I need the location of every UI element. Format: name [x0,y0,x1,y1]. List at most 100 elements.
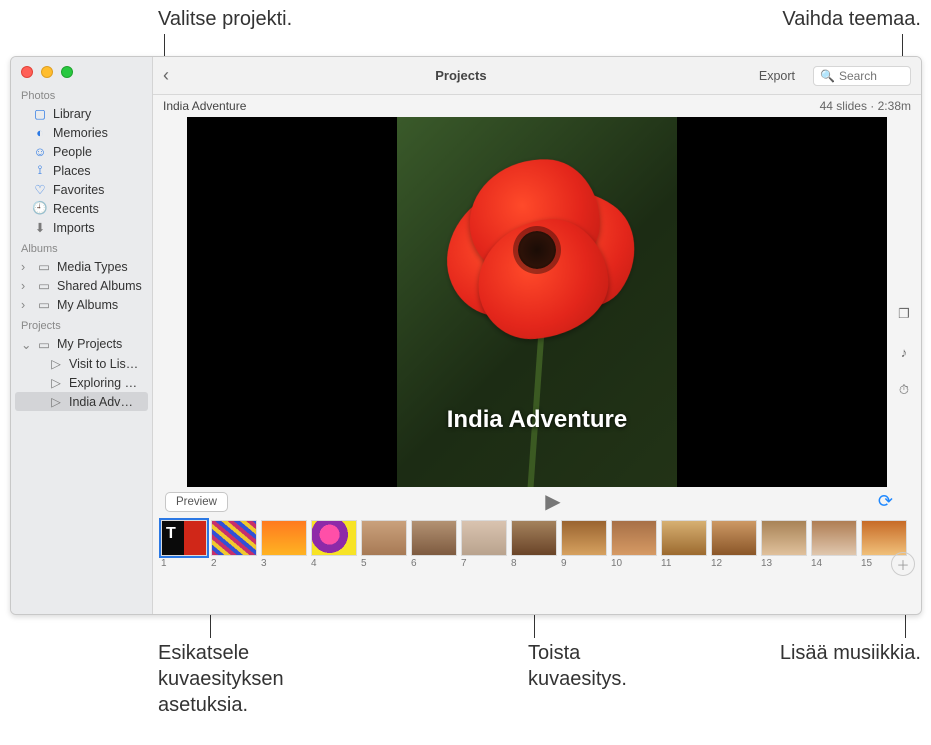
search-input[interactable] [839,69,909,83]
thumbnail[interactable]: 11 [661,520,707,569]
callout-play-slideshow: Toista kuvaesitys. [528,640,627,692]
thumb-image [861,520,907,556]
music-button[interactable]: ♪ [893,341,915,363]
preview-button[interactable]: Preview [165,492,228,512]
thumb-caption: 12 [711,558,757,569]
project-name: India Adventure [163,99,246,113]
thumb-caption: 11 [661,558,707,569]
sidebar-section-albums: Albums [11,237,152,257]
slideshow-icon: ▷ [49,395,63,409]
thumb-image [411,520,457,556]
search-icon: 🔍 [820,69,835,83]
places-icon: ⟟ [33,164,47,178]
thumbnail[interactable]: 14 [811,520,857,569]
playback-controls: Preview ▶ ⟳ [153,487,921,514]
back-button[interactable]: ‹ [163,65,169,86]
window-controls[interactable] [11,57,152,84]
sidebar-label: Media Types [57,260,142,274]
search-box[interactable]: 🔍 [813,66,911,86]
thumbnail[interactable]: 6 [411,520,457,569]
album-icon: ▭ [37,298,51,312]
thumb-image [761,520,807,556]
sidebar-item-shared-albums[interactable]: ▭ Shared Albums [11,276,152,295]
thumbnail[interactable]: 13 [761,520,807,569]
sidebar-item-project-lisbon[interactable]: ▷Visit to Lisbon [11,354,152,373]
thumbnail[interactable]: 12 [711,520,757,569]
album-icon: ▭ [37,260,51,274]
sidebar-section-photos: Photos [11,84,152,104]
thumb-caption: 13 [761,558,807,569]
callout-change-theme: Vaihda teemaa. [782,6,921,32]
sidebar-item-my-projects[interactable]: ▭My Projects [11,334,152,354]
thumb-caption: 6 [411,558,457,569]
slide-title-overlay: India Adventure [187,406,887,434]
sidebar-item-places[interactable]: ⟟Places [11,161,152,180]
slideshow-preview[interactable]: India Adventure [187,117,887,487]
thumbnail[interactable]: 2 [211,520,257,569]
memories-icon: ◐ [33,126,47,140]
stage-wrap: India Adventure Preview ▶ ⟳ 1 2 3 4 5 6 … [153,117,921,614]
add-photos-button[interactable]: ＋ [891,552,915,576]
callout-preview-settings: Esikatsele kuvaesityksen asetuksia. [158,640,284,718]
thumbnail[interactable]: 5 [361,520,407,569]
sidebar-item-recents[interactable]: 🕘 Recents [11,199,152,218]
export-button[interactable]: Export [753,69,801,83]
sidebar-item-media-types[interactable]: ▭ Media Types [11,257,152,276]
sidebar-section-projects: Projects [11,314,152,334]
sidebar-item-project-exploring[interactable]: ▷ Exploring Mor… [11,373,152,392]
favorites-icon: ♡ [33,183,47,197]
thumb-caption: 1 [161,558,207,569]
thumb-caption: 4 [311,558,357,569]
main-area: ‹ Projects Export 🔍 India Adventure 44 s… [153,57,921,614]
sidebar-item-imports[interactable]: ⬇Imports [11,218,152,237]
thumb-caption: 10 [611,558,657,569]
thumb-caption: 8 [511,558,557,569]
thumbnail-strip[interactable]: 1 2 3 4 5 6 7 8 9 10 11 12 13 14 15 [153,514,921,579]
thumbnail[interactable]: 9 [561,520,607,569]
minimize-window-icon[interactable] [41,66,53,78]
sidebar-label: Visit to Lisbon [69,357,142,371]
thumb-image [511,520,557,556]
thumb-caption: 7 [461,558,507,569]
zoom-window-icon[interactable] [61,66,73,78]
thumb-image [661,520,707,556]
sidebar-item-favorites[interactable]: ♡Favorites [11,180,152,199]
sidebar-label: My Projects [57,337,142,351]
project-meta: 44 slides · 2:38m [820,99,911,113]
sidebar: Photos ▢Library ◐ Memories ☺People ⟟Place… [11,57,153,614]
thumb-image [161,520,207,556]
thumbnail[interactable]: 10 [611,520,657,569]
imports-icon: ⬇ [33,221,47,235]
album-icon: ▭ [37,279,51,293]
sidebar-label: Shared Albums [57,279,142,293]
thumbnail[interactable]: 1 [161,520,207,569]
slideshow-icon: ▷ [49,376,63,390]
close-window-icon[interactable] [21,66,33,78]
recents-icon: 🕘 [33,202,47,216]
thumbnail[interactable]: 3 [261,520,307,569]
thumb-caption: 9 [561,558,607,569]
loop-button[interactable]: ⟳ [878,491,893,512]
sidebar-label: Exploring Mor… [69,376,142,390]
sidebar-item-project-india[interactable]: ▷India Adventure [15,392,148,411]
sidebar-item-my-albums[interactable]: ▭My Albums [11,295,152,314]
sidebar-item-library[interactable]: ▢Library [11,104,152,123]
duration-button[interactable]: ⏱ [893,379,915,401]
sidebar-item-people[interactable]: ☺People [11,142,152,161]
thumbnail[interactable]: 4 [311,520,357,569]
thumbnail[interactable]: 8 [511,520,557,569]
sidebar-item-memories[interactable]: ◐ Memories [11,123,152,142]
app-window: Photos ▢Library ◐ Memories ☺People ⟟Place… [10,56,922,615]
thumb-image [561,520,607,556]
thumb-caption: 2 [211,558,257,569]
thumbnail[interactable]: 7 [461,520,507,569]
side-tool-strip: ❐ ♪ ⏱ [889,303,919,401]
thumb-image [361,520,407,556]
sidebar-label: Memories [53,126,142,140]
thumb-image [261,520,307,556]
play-button[interactable]: ▶ [228,492,878,512]
thumb-image [811,520,857,556]
theme-button[interactable]: ❐ [893,303,915,325]
thumb-caption: 3 [261,558,307,569]
sidebar-label: Recents [53,202,142,216]
